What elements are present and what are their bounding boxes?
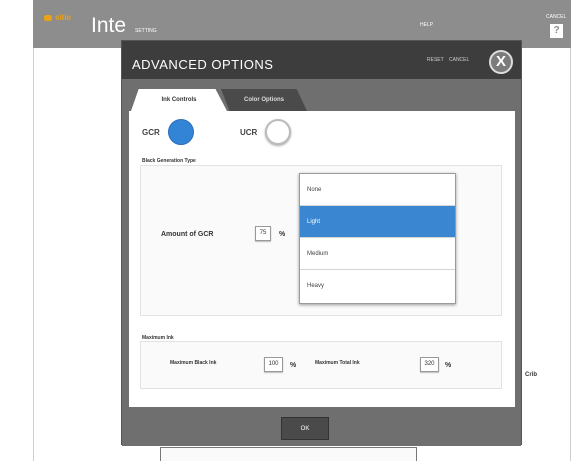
gcr-option-light[interactable]: Light [300,206,455,238]
ok-button[interactable]: OK [281,417,329,440]
gcr-radio[interactable] [167,119,194,145]
gcr-level-list[interactable]: None Light Medium Heavy [299,173,456,304]
ucr-radio-group[interactable]: UCR [240,119,292,145]
max-black-unit: % [290,362,297,369]
gcr-option-medium[interactable]: Medium [300,238,455,270]
menu-setting[interactable]: SETTING [135,28,157,34]
gcr-option-none[interactable]: None [300,174,455,206]
background-panel [160,447,417,461]
gcr-label: GCR [142,127,160,137]
close-button[interactable]: X [489,50,513,74]
gcr-amount-unit: % [279,231,286,238]
ucr-radio[interactable] [265,119,292,145]
app-title: Inte [91,14,127,37]
app-logo: sitie [44,13,71,22]
gcr-option-heavy[interactable]: Heavy [300,270,455,302]
menu-help[interactable]: HELP [420,22,433,28]
help-icon[interactable]: ? [550,24,563,38]
black-generation-title: Black Generation Type [142,158,196,164]
max-black-label: Maximum Black Ink [170,360,217,366]
ucr-label: UCR [240,127,258,137]
logo-icon [44,14,52,21]
dialog-footer: OK [122,407,521,446]
max-total-label: Maximum Total Ink [315,360,360,366]
tab-ink-controls[interactable]: Ink Controls [131,89,227,111]
dialog-title: ADVANCED OPTIONS [132,57,274,72]
advanced-options-dialog: ADVANCED OPTIONS RESET CANCEL X Color Op… [121,40,522,446]
screen: sitie Inte SETTING HELP CANCEL ? Crib AD… [0,0,573,461]
dialog-header: ADVANCED OPTIONS RESET CANCEL X [122,41,521,79]
side-label: Crib [525,372,537,378]
menu-cancel[interactable]: CANCEL [546,14,566,20]
gcr-amount-label: Amount of GCR [161,231,214,238]
reset-link[interactable]: RESET [427,57,444,63]
cancel-link[interactable]: CANCEL [449,57,469,63]
close-icon: X [495,53,506,70]
tab-color-options[interactable]: Color Options [221,89,307,111]
max-total-input[interactable]: 320 [420,357,439,372]
max-total-unit: % [445,362,452,369]
gcr-radio-group[interactable]: GCR [142,119,194,145]
gcr-amount-input[interactable]: 75 [255,226,271,241]
max-black-input[interactable]: 100 [264,357,283,372]
logo-text: sitie [55,13,72,22]
